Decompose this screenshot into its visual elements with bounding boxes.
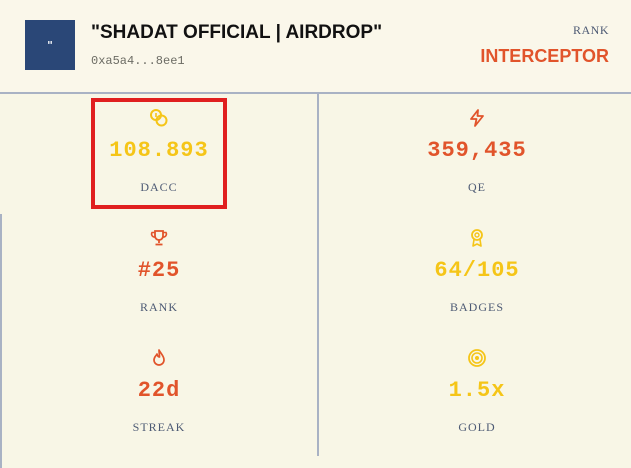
stat-value: 22d	[137, 378, 181, 403]
avatar[interactable]: "	[25, 20, 75, 70]
stat-value: 359,435	[427, 138, 527, 163]
stat-value: #25	[137, 258, 181, 283]
trophy-icon	[0, 228, 318, 248]
stat-value: 64/105	[434, 258, 520, 283]
lightning-icon	[318, 108, 631, 128]
stat-label: GOLD	[458, 420, 496, 434]
stat-label: STREAK	[132, 420, 186, 434]
flame-icon	[0, 348, 318, 368]
rank-title-value: INTERCEPTOR	[480, 46, 609, 66]
badge-icon	[318, 228, 631, 248]
stat-gold: 1.5x GOLD	[318, 334, 631, 454]
stat-label: BADGES	[449, 300, 504, 314]
target-icon	[318, 348, 631, 368]
stat-label: QE	[468, 180, 486, 194]
stat-value: 108.893	[109, 138, 209, 163]
profile-name: "SHADAT OFFICIAL | AIRDROP"	[91, 22, 383, 43]
stat-label: RANK	[139, 300, 178, 314]
stat-value: 1.5x	[448, 378, 506, 403]
rank-title-label: RANK	[572, 23, 609, 37]
stat-rank: #25 RANK	[0, 214, 318, 334]
stats-grid: 108.893 DACC 359,435 QE #25 RANK 64/105 …	[0, 94, 631, 468]
profile-header: " "SHADAT OFFICIAL | AIRDROP" 0xa5a4...8…	[0, 0, 631, 94]
coins-icon	[0, 108, 318, 128]
wallet-address[interactable]: 0xa5a4...8ee1	[91, 54, 185, 68]
stat-qe: 359,435 QE	[318, 94, 631, 214]
stat-badges: 64/105 BADGES	[318, 214, 631, 334]
stat-label: DACC	[140, 180, 178, 194]
stat-dacc: 108.893 DACC	[0, 94, 318, 214]
stat-streak: 22d STREAK	[0, 334, 318, 454]
